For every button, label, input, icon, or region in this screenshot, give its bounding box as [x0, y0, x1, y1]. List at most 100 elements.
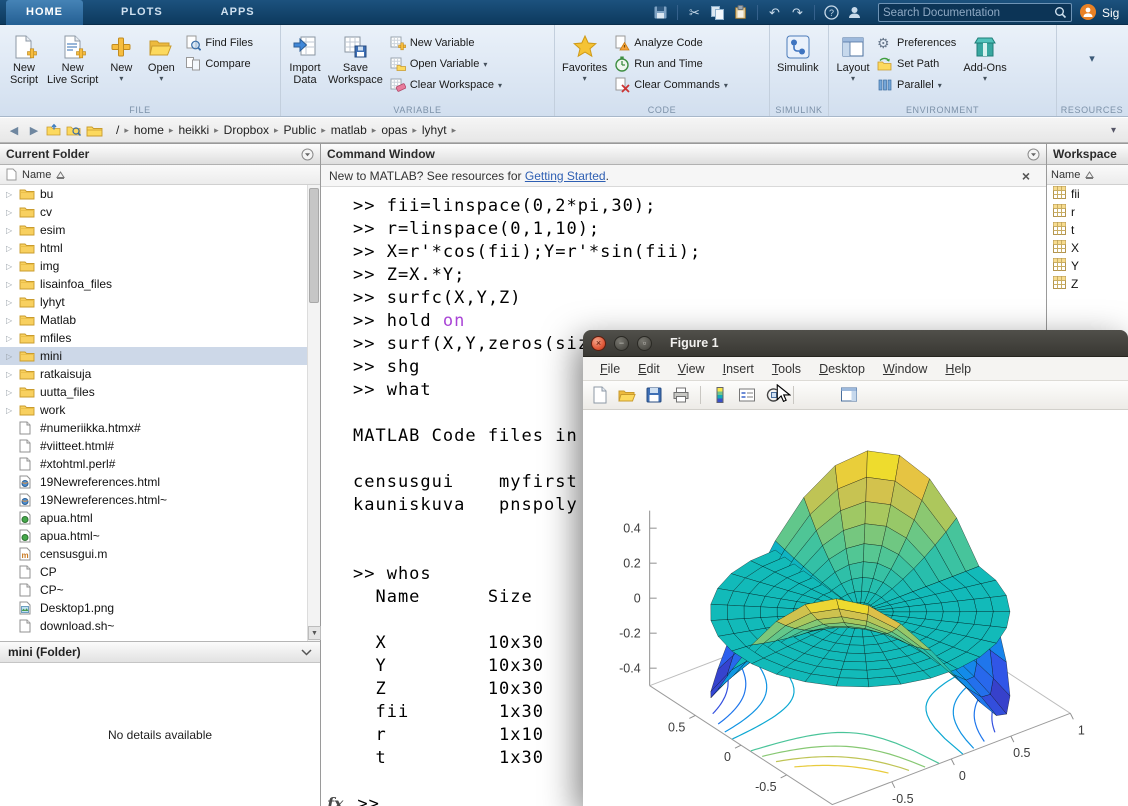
undo-icon[interactable]: ↶ — [766, 4, 783, 21]
new-button[interactable]: New ▾ — [101, 28, 141, 84]
expander-icon[interactable]: ▷ — [6, 406, 19, 415]
chevron-down-icon[interactable] — [301, 645, 312, 659]
clear-commands-button[interactable]: Clear Commands ▾ — [614, 76, 728, 94]
new-script-button[interactable]: New Script — [4, 28, 44, 88]
folder-item[interactable]: ▷mini — [0, 347, 320, 365]
surface-plot[interactable]: -0.4-0.200.20.4-0.500.510.50-0.5 — [583, 410, 1128, 806]
current-folder-column-header[interactable]: Name — [0, 165, 320, 185]
banner-close-icon[interactable]: × — [1014, 168, 1038, 184]
open-file-icon[interactable] — [616, 384, 638, 406]
expander-icon[interactable]: ▷ — [6, 244, 19, 253]
getting-started-link[interactable]: Getting Started — [525, 169, 606, 183]
favorites-button[interactable]: Favorites ▾ — [559, 28, 610, 84]
menu-edit[interactable]: Edit — [629, 362, 669, 376]
breadcrumb-segment[interactable]: lyhyt — [418, 122, 451, 138]
breadcrumb-segment[interactable]: opas — [377, 122, 411, 138]
community-icon[interactable] — [846, 4, 863, 21]
file-item[interactable]: apua.html — [0, 509, 320, 527]
close-button[interactable]: × — [591, 336, 606, 351]
workspace-variable[interactable]: Z — [1047, 275, 1128, 293]
expander-icon[interactable]: ▷ — [6, 316, 19, 325]
help-icon[interactable]: ? — [823, 4, 840, 21]
resources-expand-button[interactable]: ▾ — [1089, 52, 1095, 65]
search-input[interactable] — [883, 7, 1054, 19]
file-item[interactable]: download.sh~ — [0, 617, 320, 635]
expander-icon[interactable]: ▷ — [6, 388, 19, 397]
folder-item[interactable]: ▷lyhyt — [0, 293, 320, 311]
details-bar[interactable]: mini (Folder) — [0, 641, 320, 663]
folder-item[interactable]: ▷uutta_files — [0, 383, 320, 401]
set-path-button[interactable]: Set Path — [877, 55, 956, 73]
folder-item[interactable]: ▷esim — [0, 221, 320, 239]
expander-icon[interactable]: ▷ — [6, 352, 19, 361]
tab-home[interactable]: HOME — [6, 0, 83, 25]
folder-item[interactable]: ▷cv — [0, 203, 320, 221]
figure-window[interactable]: × − ▫ Figure 1 FileEditViewInsertToolsDe… — [583, 330, 1128, 806]
figure-titlebar[interactable]: × − ▫ Figure 1 — [583, 330, 1128, 357]
address-menu-button[interactable]: ▾ — [1103, 125, 1124, 136]
workspace-variable[interactable]: t — [1047, 221, 1128, 239]
show-plot-tools-icon[interactable] — [838, 384, 860, 406]
breadcrumb-segment[interactable]: / — [112, 122, 123, 138]
open-button[interactable]: Open ▾ — [141, 28, 181, 84]
parallel-button[interactable]: Parallel ▾ — [877, 76, 956, 94]
insert-colorbar-icon[interactable] — [709, 384, 731, 406]
run-and-time-button[interactable]: Run and Time — [614, 55, 728, 73]
user-avatar[interactable] — [1080, 4, 1096, 20]
simulink-button[interactable]: Simulink — [774, 28, 822, 76]
panel-menu-icon[interactable] — [301, 148, 314, 161]
breadcrumb-segment[interactable]: home — [130, 122, 168, 138]
expander-icon[interactable]: ▷ — [6, 190, 19, 199]
menu-view[interactable]: View — [669, 362, 714, 376]
folder-item[interactable]: ▷mfiles — [0, 329, 320, 347]
cut-icon[interactable]: ✂ — [686, 4, 703, 21]
scrollbar-down-arrow[interactable]: ▼ — [308, 626, 321, 640]
breadcrumb-segment[interactable]: matlab — [327, 122, 371, 138]
file-item[interactable]: 19Newreferences.html~ — [0, 491, 320, 509]
breadcrumb-segment[interactable]: Dropbox — [220, 122, 273, 138]
find-files-button[interactable]: Find Files — [185, 34, 253, 52]
menu-insert[interactable]: Insert — [714, 362, 763, 376]
tab-apps[interactable]: APPS — [201, 0, 275, 25]
folder-item[interactable]: ▷lisainfoa_files — [0, 275, 320, 293]
expander-icon[interactable]: ▷ — [6, 280, 19, 289]
redo-icon[interactable]: ↷ — [789, 4, 806, 21]
menu-help[interactable]: Help — [936, 362, 980, 376]
back-icon[interactable]: ◀ — [4, 121, 24, 140]
panel-menu-icon[interactable] — [1027, 148, 1040, 161]
scrollbar-thumb[interactable] — [309, 188, 319, 303]
compare-button[interactable]: Compare — [185, 55, 253, 73]
documentation-search[interactable] — [878, 3, 1072, 22]
forward-icon[interactable]: ▶ — [24, 121, 44, 140]
layout-button[interactable]: Layout ▾ — [833, 28, 873, 84]
save-workspace-button[interactable]: Save Workspace — [325, 28, 386, 88]
figure-canvas[interactable]: -0.4-0.200.20.4-0.500.510.50-0.5 — [583, 410, 1128, 806]
menu-window[interactable]: Window — [874, 362, 936, 376]
rotate-3d-icon[interactable] — [763, 384, 785, 406]
tab-plots[interactable]: PLOTS — [101, 0, 183, 25]
search-icon[interactable] — [1054, 6, 1067, 19]
new-variable-button[interactable]: New Variable — [390, 34, 502, 52]
file-item[interactable]: #viitteet.html# — [0, 437, 320, 455]
file-item[interactable]: CP~ — [0, 581, 320, 599]
expander-icon[interactable]: ▷ — [6, 208, 19, 217]
copy-icon[interactable] — [709, 4, 726, 21]
file-item[interactable]: 19Newreferences.html — [0, 473, 320, 491]
workspace-variable[interactable]: fii — [1047, 185, 1128, 203]
breadcrumb-segment[interactable]: Public — [280, 122, 321, 138]
workspace-variable[interactable]: Y — [1047, 257, 1128, 275]
preferences-button[interactable]: ⚙ Preferences — [877, 34, 956, 52]
workspace-variable[interactable]: r — [1047, 203, 1128, 221]
expander-icon[interactable]: ▷ — [6, 262, 19, 271]
file-item[interactable]: mcensusgui.m — [0, 545, 320, 563]
expander-icon[interactable]: ▷ — [6, 370, 19, 379]
import-data-button[interactable]: Import Data — [285, 28, 325, 88]
file-item[interactable]: #xtohtml.perl# — [0, 455, 320, 473]
workspace-column-header[interactable]: Name — [1047, 165, 1128, 185]
breadcrumb-segment[interactable]: heikki — [174, 122, 213, 138]
add-ons-button[interactable]: Add-Ons ▾ — [960, 28, 1009, 84]
expander-icon[interactable]: ▷ — [6, 226, 19, 235]
menu-tools[interactable]: Tools — [763, 362, 810, 376]
folder-item[interactable]: ▷img — [0, 257, 320, 275]
new-figure-icon[interactable] — [589, 384, 611, 406]
